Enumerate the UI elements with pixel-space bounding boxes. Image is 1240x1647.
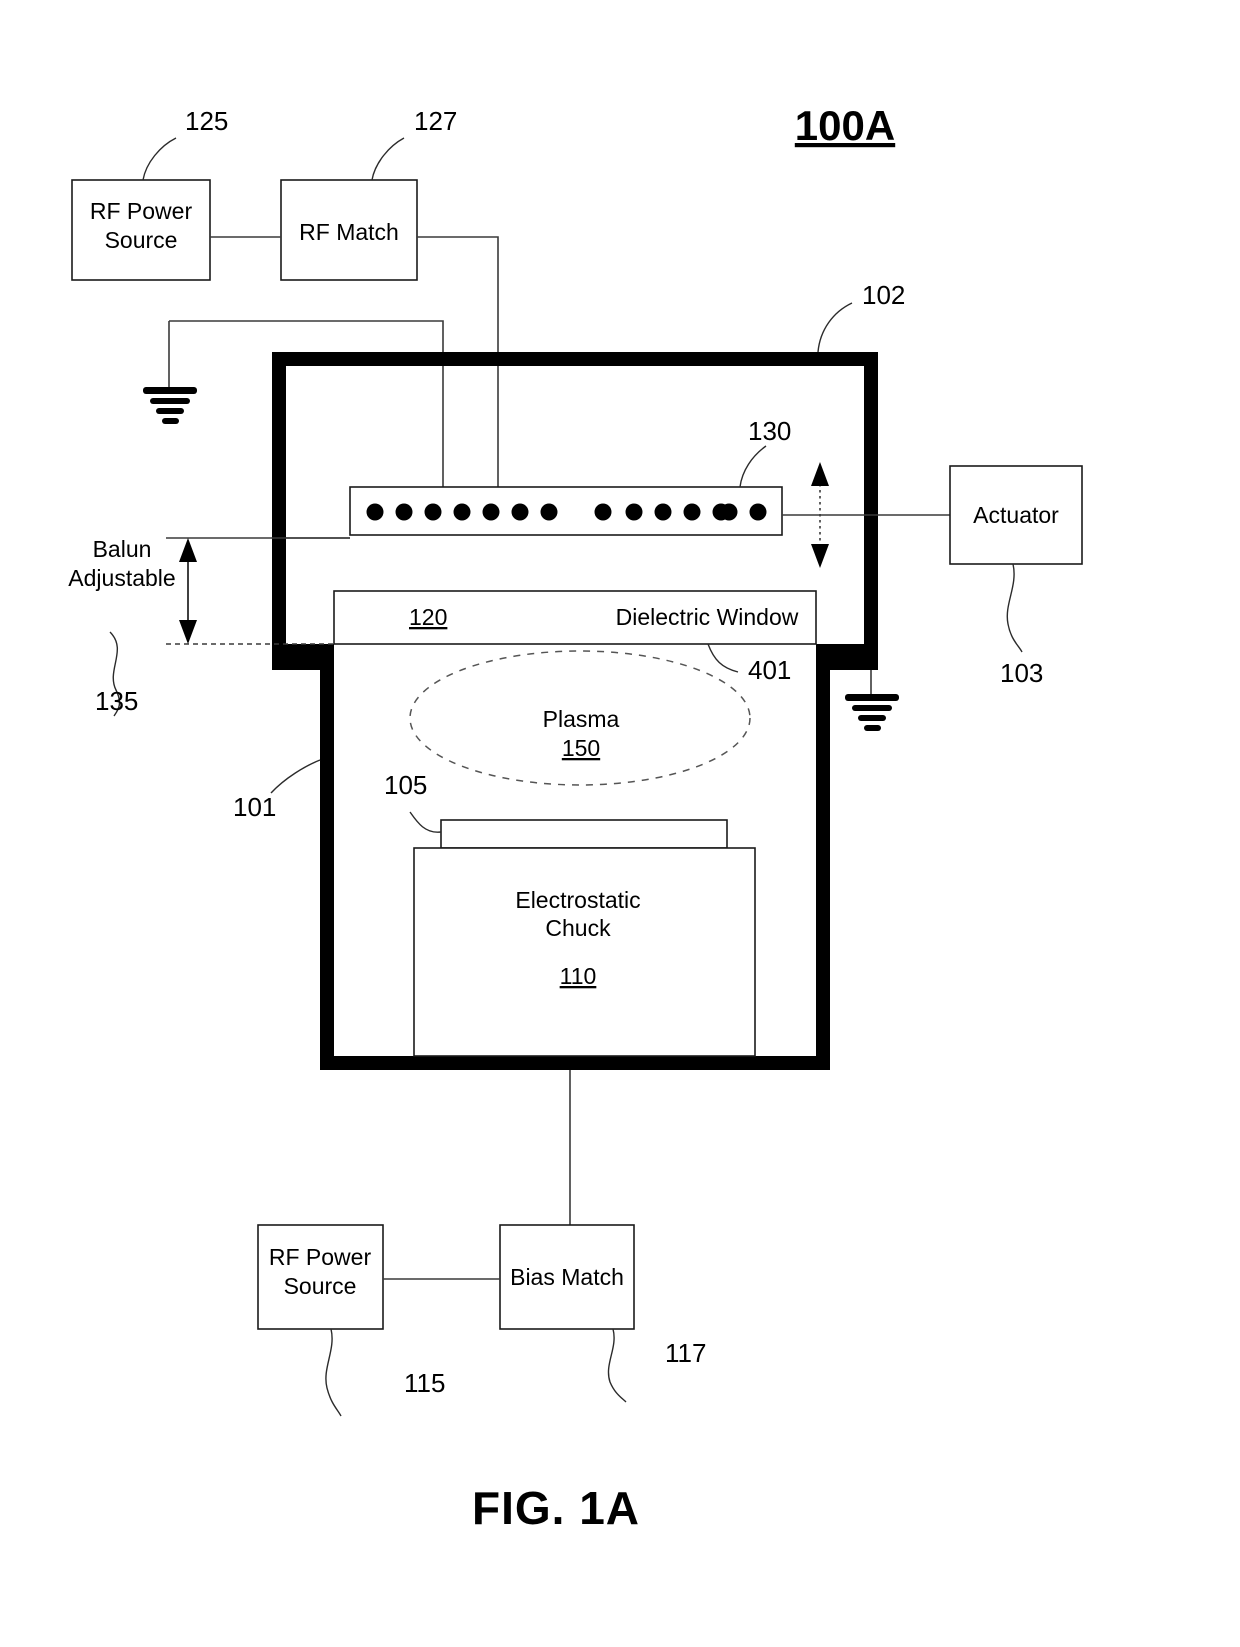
ref-115: 115	[404, 1368, 445, 1398]
plasma-label: Plasma	[543, 706, 620, 732]
ref-117: 117	[665, 1338, 706, 1368]
rf-power-source-bottom-label-line2: Source	[284, 1273, 357, 1299]
coil-dot	[749, 503, 767, 521]
electrostatic-chuck-block: Electrostatic Chuck 110	[413, 847, 756, 1057]
ref-101: 101	[233, 792, 276, 822]
ground-symbol-left	[143, 387, 197, 424]
coil-dot	[395, 503, 413, 521]
leader-401	[707, 643, 739, 673]
coil-dot	[511, 503, 529, 521]
figure-caption: FIG. 1A	[472, 1482, 640, 1534]
balun-label-line1: Balun	[93, 536, 152, 562]
rf-power-source-top-label-line1: RF Power	[90, 198, 193, 224]
figure-canvas: RF Power Source 125 RF Match 127 100A 10…	[68, 102, 1083, 1534]
ref-105: 105	[384, 770, 427, 800]
electrostatic-chuck-label-line1: Electrostatic	[515, 887, 640, 913]
ref-125: 125	[185, 106, 228, 136]
leader-105	[409, 811, 442, 833]
coil-dot	[654, 503, 672, 521]
coil-dot	[683, 503, 701, 521]
coil-dot	[594, 503, 612, 521]
balun-label-line2: Adjustable	[68, 565, 175, 591]
bias-match-block: Bias Match	[499, 1224, 635, 1330]
plasma-ref-number: 150	[562, 735, 600, 761]
electrostatic-chuck-ref-number: 110	[560, 963, 597, 989]
rf-power-source-bottom-label-line1: RF Power	[269, 1244, 372, 1270]
actuator-block: Actuator	[949, 465, 1083, 565]
ref-401: 401	[748, 655, 791, 685]
rf-power-source-bottom-block: RF Power Source	[257, 1224, 384, 1330]
dielectric-window-label: Dielectric Window	[616, 604, 799, 630]
bias-match-label: Bias Match	[510, 1264, 624, 1290]
ref-127: 127	[414, 106, 457, 136]
dielectric-window-ref-number: 120	[409, 604, 447, 630]
leader-102	[817, 302, 853, 353]
patent-figure-page: RF Power Source 125 RF Match 127 100A 10…	[0, 0, 1240, 1647]
rf-match-block: RF Match	[280, 179, 418, 281]
leader-101	[270, 759, 321, 794]
electrostatic-chuck-box	[413, 847, 756, 1057]
leader-125	[142, 137, 177, 181]
ground-symbol-right	[845, 670, 899, 731]
rf-power-source-top-label-line2: Source	[105, 227, 178, 253]
rf-match-label: RF Match	[299, 219, 399, 245]
leader-127	[371, 137, 405, 181]
ref-103: 103	[1000, 658, 1043, 688]
ref-102: 102	[862, 280, 905, 310]
figure-title: 100A	[795, 102, 895, 149]
leader-115	[325, 1328, 342, 1417]
coil-dot	[625, 503, 643, 521]
ref-135: 135	[95, 686, 138, 716]
substrate-wafer	[440, 819, 728, 849]
actuator-label: Actuator	[973, 502, 1059, 528]
coil-dot	[424, 503, 442, 521]
wire-coil-ground-branch	[169, 320, 444, 487]
coil-dot	[540, 503, 558, 521]
dielectric-window-block: 120 Dielectric Window	[333, 590, 817, 645]
coil-dot	[482, 503, 500, 521]
balun-adjustable-arrow	[179, 538, 197, 644]
coil-dot	[720, 503, 738, 521]
electrostatic-chuck-label-line2: Chuck	[545, 915, 611, 941]
ref-130: 130	[748, 416, 791, 446]
leader-103	[1006, 563, 1023, 653]
rf-power-source-top-block: RF Power Source	[71, 179, 211, 281]
coil-assembly	[349, 486, 783, 536]
coil-dot	[453, 503, 471, 521]
leader-117	[607, 1328, 627, 1403]
coil-dot	[366, 503, 384, 521]
leader-130	[739, 445, 767, 488]
